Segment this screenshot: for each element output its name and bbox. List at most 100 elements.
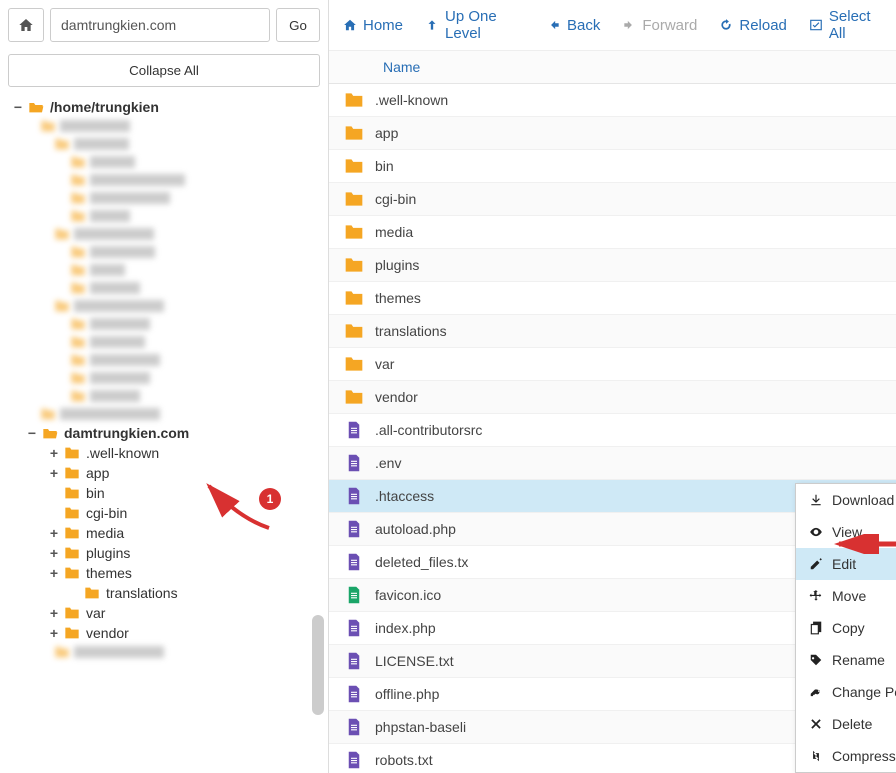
tree-toggle[interactable]: +: [48, 605, 60, 621]
file-icon: [343, 750, 365, 770]
folder-icon: [343, 90, 365, 110]
tree-toggle[interactable]: +: [48, 445, 60, 461]
context-menu-item-copy[interactable]: Copy: [796, 612, 896, 644]
context-menu-item-perm[interactable]: Change Permissions: [796, 676, 896, 708]
tree-toggle[interactable]: +: [48, 525, 60, 541]
cm-label: Compress: [832, 748, 896, 764]
blurred-label: [90, 156, 135, 168]
context-menu: DownloadViewEditMoveCopyRenameChange Per…: [795, 483, 896, 773]
go-button[interactable]: Go: [276, 8, 320, 42]
context-menu-item-rename[interactable]: Rename: [796, 644, 896, 676]
folder-icon: [343, 321, 365, 341]
row-name: .htaccess: [375, 488, 434, 504]
context-menu-item-delete[interactable]: Delete: [796, 708, 896, 740]
list-row[interactable]: .all-contributorsrc: [329, 414, 896, 447]
cm-label: Rename: [832, 652, 885, 668]
tb-back[interactable]: Back: [547, 17, 600, 34]
perm-icon: [808, 685, 824, 699]
tree-toggle[interactable]: −: [26, 425, 38, 441]
tree-row-blurred: [0, 153, 328, 171]
tree-item[interactable]: translations: [0, 583, 328, 603]
col-name[interactable]: Name: [383, 59, 420, 75]
cm-label: Move: [832, 588, 866, 604]
copy-icon: [808, 621, 824, 635]
tree-item[interactable]: +themes: [0, 563, 328, 583]
download-icon: [808, 493, 824, 507]
folder-icon: [343, 387, 365, 407]
rename-icon: [808, 653, 824, 667]
scrollbar[interactable]: [312, 615, 324, 715]
row-name: vendor: [375, 389, 418, 405]
list-row[interactable]: .env: [329, 447, 896, 480]
tb-label: Select All: [829, 8, 882, 42]
list-row[interactable]: cgi-bin: [329, 183, 896, 216]
path-input[interactable]: [50, 8, 270, 42]
row-name: themes: [375, 290, 421, 306]
folder-icon: [64, 506, 80, 520]
tree-label: .well-known: [84, 445, 159, 461]
folder-open-icon: [28, 100, 44, 114]
main-panel: Home Up One Level Back Forward Reload Se…: [329, 0, 896, 773]
blurred-label: [60, 120, 130, 132]
select-all-icon: [809, 18, 823, 32]
folder-icon: [70, 317, 86, 331]
blurred-label: [90, 264, 125, 276]
tree-root[interactable]: − /home/trungkien: [0, 97, 328, 117]
tb-home[interactable]: Home: [343, 17, 403, 34]
tb-label: Up One Level: [445, 8, 525, 42]
collapse-all-button[interactable]: Collapse All: [8, 54, 320, 87]
folder-icon: [64, 446, 80, 460]
tree-row-blurred: [0, 297, 328, 315]
folder-icon: [343, 354, 365, 374]
tb-up[interactable]: Up One Level: [425, 8, 525, 42]
file-icon: [343, 684, 365, 704]
folder-icon: [343, 156, 365, 176]
list-row[interactable]: var: [329, 348, 896, 381]
list-row[interactable]: translations: [329, 315, 896, 348]
blurred-label: [90, 192, 170, 204]
tree-item[interactable]: +plugins: [0, 543, 328, 563]
folder-icon: [70, 281, 86, 295]
tree-item[interactable]: + var: [0, 603, 328, 623]
tree-label: var: [84, 605, 105, 621]
list-row[interactable]: bin: [329, 150, 896, 183]
home-button[interactable]: [8, 8, 44, 42]
folder-icon: [70, 173, 86, 187]
file-icon: [343, 717, 365, 737]
folder-icon: [40, 407, 56, 421]
cm-label: Download: [832, 492, 894, 508]
tree-toggle[interactable]: +: [48, 565, 60, 581]
context-menu-item-move[interactable]: Move: [796, 580, 896, 612]
list-row[interactable]: plugins: [329, 249, 896, 282]
view-icon: [808, 525, 824, 539]
blurred-label: [74, 300, 164, 312]
row-name: bin: [375, 158, 394, 174]
tree-selected[interactable]: − damtrungkien.com: [0, 423, 328, 443]
folder-icon: [343, 123, 365, 143]
tree-item[interactable]: +vendor: [0, 623, 328, 643]
tb-forward: Forward: [622, 17, 697, 34]
tb-reload[interactable]: Reload: [719, 17, 787, 34]
context-menu-item-download[interactable]: Download: [796, 484, 896, 516]
context-menu-item-compress[interactable]: Compress: [796, 740, 896, 772]
list-row[interactable]: app: [329, 117, 896, 150]
tree-toggle[interactable]: +: [48, 545, 60, 561]
list-row[interactable]: .well-known: [329, 84, 896, 117]
tree-toggle[interactable]: +: [48, 625, 60, 641]
list-row[interactable]: vendor: [329, 381, 896, 414]
folder-open-icon: [42, 426, 58, 440]
list-header[interactable]: Name: [329, 51, 896, 84]
tree-toggle[interactable]: −: [12, 99, 24, 115]
row-name: autoload.php: [375, 521, 456, 537]
list-row[interactable]: media: [329, 216, 896, 249]
blurred-label: [90, 318, 150, 330]
folder-icon: [64, 566, 80, 580]
tb-select-all[interactable]: Select All: [809, 8, 882, 42]
folder-icon: [343, 189, 365, 209]
list-row[interactable]: themes: [329, 282, 896, 315]
tree-label: bin: [84, 485, 105, 501]
tree-item[interactable]: + .well-known: [0, 443, 328, 463]
tree-toggle[interactable]: +: [48, 465, 60, 481]
folder-icon: [84, 586, 100, 600]
folder-icon: [54, 137, 70, 151]
